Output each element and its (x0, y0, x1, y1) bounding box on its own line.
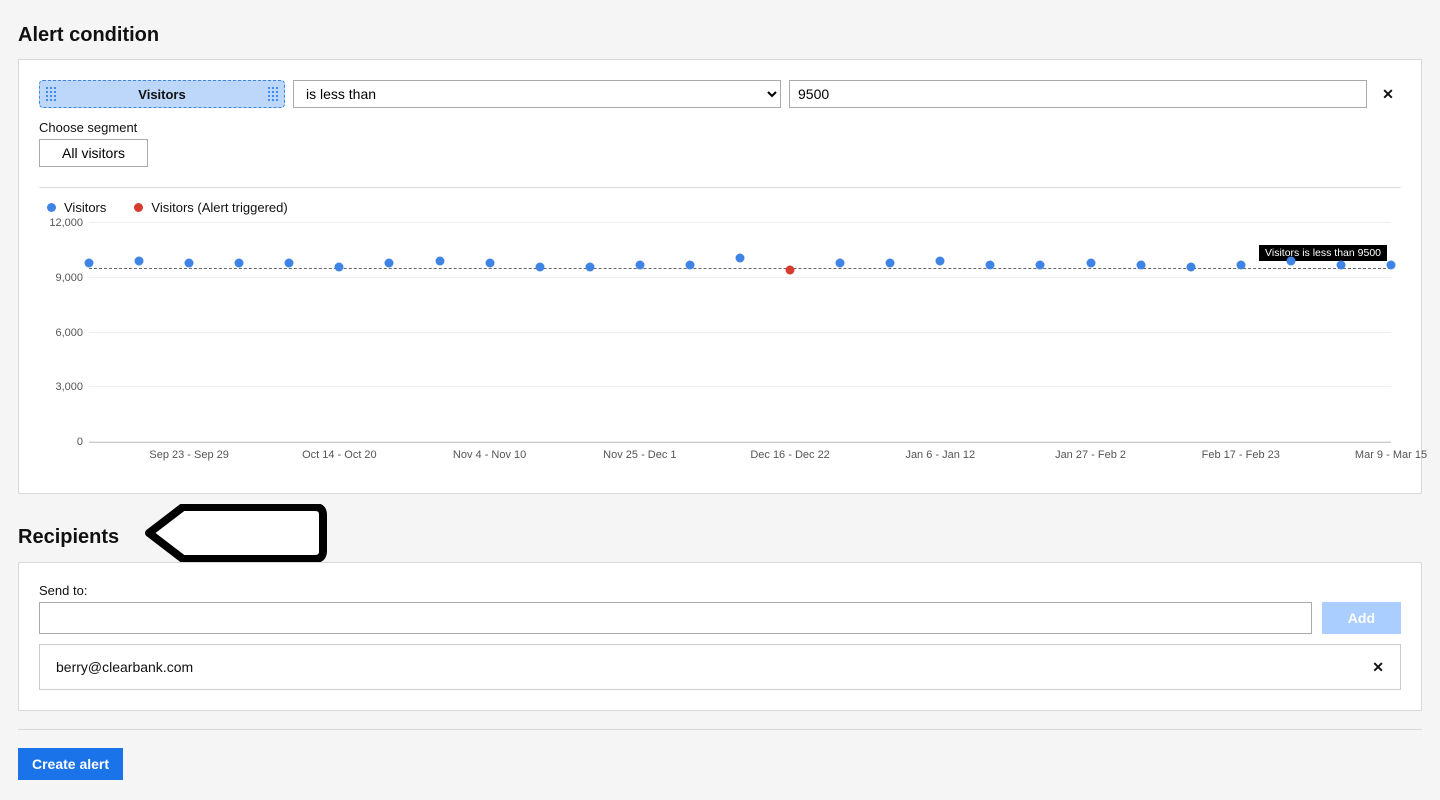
data-point (585, 262, 594, 271)
condition-select[interactable]: is less than (293, 80, 781, 108)
legend-label: Visitors (Alert triggered) (151, 200, 287, 215)
recipients-card: Send to: Add berry@clearbank.com ✕ (18, 562, 1422, 711)
x-tick-label: Mar 9 - Mar 15 (1355, 449, 1427, 461)
grid-line (89, 386, 1391, 387)
send-to-label: Send to: (39, 583, 1401, 598)
divider (18, 729, 1422, 730)
legend-dot-icon (47, 203, 56, 212)
data-point (335, 262, 344, 271)
data-point (1136, 260, 1145, 269)
alert-condition-title: Alert condition (18, 24, 1422, 47)
grid-line (89, 277, 1391, 278)
data-point (135, 257, 144, 266)
threshold-label: Visitors is less than 9500 (1259, 245, 1387, 261)
x-tick-label: Nov 4 - Nov 10 (453, 449, 526, 461)
y-tick-label: 12,000 (49, 217, 83, 229)
metric-label: Visitors (138, 87, 185, 102)
y-tick-label: 9,000 (55, 272, 83, 284)
chart-plot: 03,0006,0009,00012,000Visitors is less t… (89, 223, 1391, 443)
data-point (1387, 260, 1396, 269)
close-icon: ✕ (1382, 86, 1394, 103)
recipients-header: Recipients (18, 504, 1422, 562)
data-point (1186, 262, 1195, 271)
legend-dot-icon (134, 203, 143, 212)
x-tick-label: Nov 25 - Dec 1 (603, 449, 676, 461)
data-point (235, 259, 244, 268)
drag-grip-icon (46, 87, 56, 101)
create-alert-button[interactable]: Create alert (18, 748, 123, 780)
data-point (635, 260, 644, 269)
data-point (385, 259, 394, 268)
chart-x-axis: Sep 23 - Sep 29 Oct 14 - Oct 20 Nov 4 - No… (89, 443, 1391, 473)
data-point (936, 257, 945, 266)
close-icon: ✕ (1372, 659, 1384, 676)
data-point (1336, 260, 1345, 269)
remove-recipient-button[interactable]: ✕ (1372, 659, 1384, 676)
arrow-left-icon (143, 504, 327, 562)
condition-row: Visitors is less than ✕ (39, 80, 1401, 108)
alert-condition-section: Alert condition Visitors is less than ✕ (18, 24, 1422, 494)
add-recipient-button[interactable]: Add (1322, 602, 1401, 634)
segment-button[interactable]: All visitors (39, 139, 148, 167)
x-tick-label: Jan 6 - Jan 12 (905, 449, 975, 461)
y-tick-label: 0 (77, 436, 83, 448)
data-point (535, 262, 544, 271)
data-point (986, 260, 995, 269)
legend-label: Visitors (64, 200, 106, 215)
metric-pill[interactable]: Visitors (39, 80, 285, 108)
remove-condition-button[interactable]: ✕ (1375, 81, 1401, 107)
send-to-row: Add (39, 602, 1401, 634)
data-point (1286, 257, 1295, 266)
grid-line (89, 441, 1391, 442)
legend-item-visitors: Visitors (47, 200, 106, 215)
x-tick-label: Dec 16 - Dec 22 (750, 449, 829, 461)
grid-line (89, 332, 1391, 333)
data-point (836, 259, 845, 268)
drag-grip-icon (268, 87, 278, 101)
data-point (285, 259, 294, 268)
data-point (185, 259, 194, 268)
data-point (435, 257, 444, 266)
y-tick-label: 3,000 (55, 381, 83, 393)
chart-legend: Visitors Visitors (Alert triggered) (39, 188, 1401, 223)
data-point (786, 265, 795, 274)
chart-container: Visitors Visitors (Alert triggered) 03,0… (39, 187, 1401, 473)
y-tick-label: 6,000 (55, 327, 83, 339)
data-point (85, 259, 94, 268)
x-tick-label: Feb 17 - Feb 23 (1202, 449, 1280, 461)
x-tick-label: Oct 14 - Oct 20 (302, 449, 377, 461)
send-to-input[interactable] (39, 602, 1312, 634)
alert-condition-card: Visitors is less than ✕ Choose segment A… (18, 59, 1422, 494)
recipients-title: Recipients (18, 526, 119, 549)
data-point (1036, 260, 1045, 269)
data-point (1086, 259, 1095, 268)
choose-segment-label: Choose segment (39, 120, 1401, 135)
threshold-wrap (789, 80, 1367, 108)
x-tick-label: Jan 27 - Feb 2 (1055, 449, 1126, 461)
recipient-email: berry@clearbank.com (56, 659, 193, 675)
x-tick-label: Sep 23 - Sep 29 (149, 449, 229, 461)
data-point (1236, 260, 1245, 269)
grid-line (89, 222, 1391, 223)
data-point (736, 253, 745, 262)
legend-item-triggered: Visitors (Alert triggered) (134, 200, 287, 215)
data-point (485, 259, 494, 268)
data-point (886, 259, 895, 268)
data-point (685, 260, 694, 269)
recipient-row: berry@clearbank.com ✕ (39, 644, 1401, 690)
threshold-line (89, 268, 1391, 269)
threshold-input[interactable] (789, 80, 1367, 108)
